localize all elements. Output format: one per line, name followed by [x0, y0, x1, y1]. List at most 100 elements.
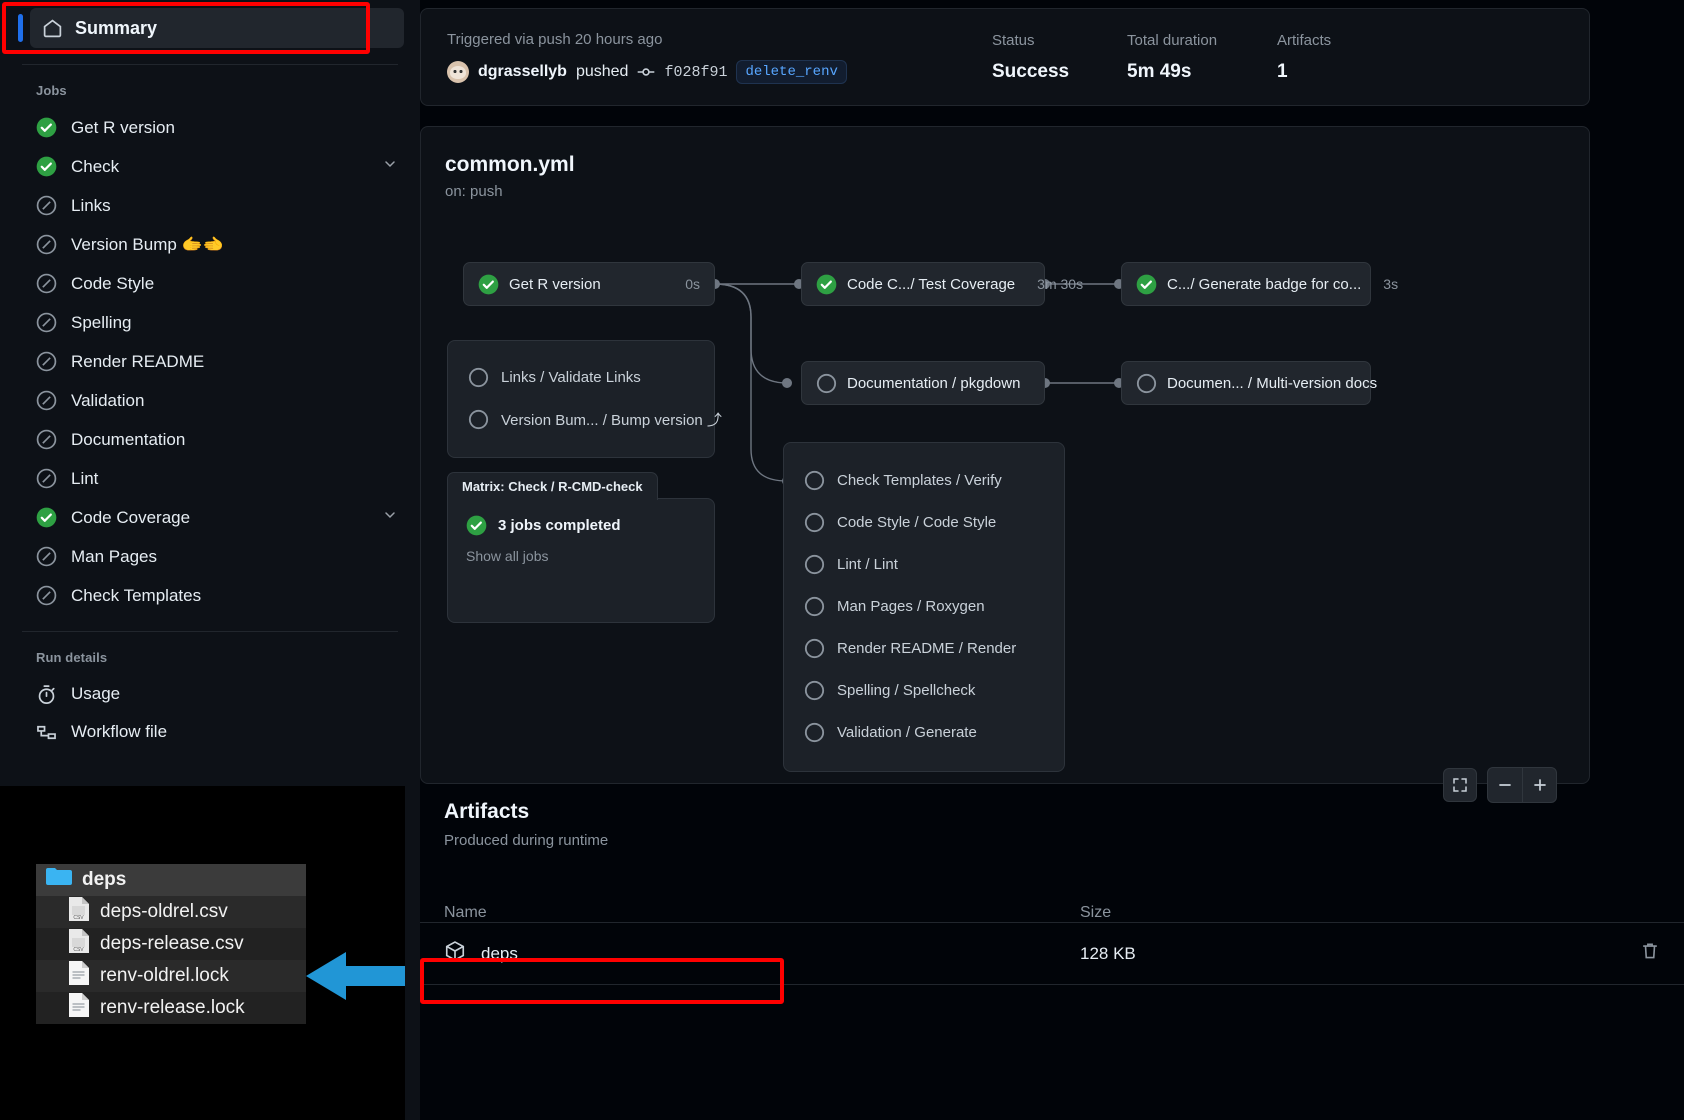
status-skipped-icon	[468, 367, 489, 388]
sidebar-item-label: Get R version	[71, 117, 175, 137]
sidebar-item-label: Validation	[71, 390, 145, 410]
duration-value: 5m 49s	[1127, 61, 1192, 82]
zoom-button-group[interactable]	[1487, 767, 1557, 803]
sidebar-item-documentation[interactable]: Documentation	[0, 420, 420, 459]
sidebar-item-man-pages[interactable]: Man Pages	[0, 537, 420, 576]
matrix-completed-label: 3 jobs completed	[498, 517, 621, 534]
graph-node-label: C.../ Generate badge for co...	[1167, 275, 1362, 293]
status-skipped-icon	[36, 351, 57, 372]
sidebar-item-code-coverage[interactable]: Code Coverage	[0, 498, 420, 537]
sidebar-item-label: Links	[71, 195, 111, 215]
package-icon	[444, 940, 466, 967]
trash-icon[interactable]	[1640, 941, 1660, 966]
graph-group-item-label: Spelling / Spellcheck	[837, 681, 976, 699]
sidebar-item-summary-label: Summary	[75, 17, 158, 38]
zoom-in-icon[interactable]	[1522, 768, 1556, 802]
graph-group-checks[interactable]: Check Templates / Verify Code Style / Cod…	[783, 442, 1065, 772]
home-icon	[42, 18, 63, 39]
sidebar-item-get-r-version[interactable]: Get R version	[0, 108, 420, 147]
graph-group-item[interactable]: Spelling / Spellcheck	[784, 669, 1064, 711]
zoom-out-icon[interactable]	[1488, 768, 1522, 802]
sidebar-item-label: Spelling	[71, 312, 132, 332]
sidebar-item-links[interactable]: Links	[0, 186, 420, 225]
sidebar-item-label: Version Bump 🫱🫲	[71, 234, 224, 254]
sidebar-item-render-readme[interactable]: Render README	[0, 342, 420, 381]
graph-node-multi-version-docs[interactable]: Documen... / Multi-version docs	[1121, 361, 1377, 405]
graph-canvas[interactable]: Get R version 0s Code C.../ Test Coverag…	[421, 127, 1591, 803]
sidebar-item-summary[interactable]: Summary	[30, 8, 404, 48]
workflow-file-icon	[36, 722, 57, 743]
graph-group-item[interactable]: Lint / Lint	[784, 543, 1064, 585]
sidebar-item-label: Check	[71, 156, 120, 176]
table-row[interactable]: deps 128 KB	[420, 923, 1684, 985]
status-success-icon	[466, 515, 487, 536]
sidebar-item-lint[interactable]: Lint	[0, 459, 420, 498]
status-skipped-icon	[804, 722, 825, 743]
commit-sha[interactable]: f028f91	[664, 64, 727, 81]
graph-group-item[interactable]: Render README / Render	[784, 627, 1064, 669]
status-value: Success	[992, 61, 1070, 82]
status-block: Status Success	[992, 31, 1127, 84]
workflow-run-page: Summary Jobs Get R version Check Links Vers…	[0, 0, 1684, 1120]
status-skipped-icon	[36, 273, 57, 294]
graph-group-item[interactable]: Validation / Generate	[784, 711, 1064, 753]
graph-group-item[interactable]: Code Style / Code Style	[784, 501, 1064, 543]
finder-row[interactable]: CSV deps-oldrel.csv	[36, 896, 306, 928]
finder-row[interactable]: CSV deps-release.csv	[36, 928, 306, 960]
sidebar-item-version-bump[interactable]: Version Bump 🫱🫲	[0, 225, 420, 264]
graph-group-item-label: Render README / Render	[837, 639, 1017, 657]
chevron-down-icon[interactable]	[382, 156, 398, 177]
graph-group-item-label: Check Templates / Verify	[837, 471, 1002, 489]
duration-block: Total duration 5m 49s	[1127, 31, 1277, 84]
sidebar-item-validation[interactable]: Validation	[0, 381, 420, 420]
run-header-card: Triggered via push 20 hours ago dgrassel…	[420, 8, 1590, 106]
sidebar-item-check-templates[interactable]: Check Templates	[0, 576, 420, 615]
branch-chip[interactable]: delete_renv	[736, 60, 847, 84]
commit-icon	[637, 63, 655, 81]
status-skipped-icon	[1136, 373, 1157, 394]
sidebar-item-code-style[interactable]: Code Style	[0, 264, 420, 303]
jobs-list: Get R version Check Links Version Bump 🫱🫲 Co…	[0, 108, 420, 615]
push-line: dgrassellyb pushed f028f91 delete_renv	[447, 60, 992, 84]
graph-group-item[interactable]: Version Bum... / Bump version ⤴	[448, 398, 722, 440]
finder-row[interactable]: deps	[36, 864, 306, 896]
status-skipped-icon	[36, 195, 57, 216]
graph-node-pkgdown[interactable]: Documentation / pkgdown	[801, 361, 1045, 405]
main-content: Triggered via push 20 hours ago dgrassel…	[420, 0, 1684, 1120]
sidebar-item-label: Check Templates	[71, 585, 202, 605]
graph-node-get-r-version[interactable]: Get R version 0s	[463, 262, 715, 306]
status-skipped-icon	[816, 373, 837, 394]
chevron-down-icon[interactable]	[382, 507, 398, 528]
graph-node-test-coverage[interactable]: Code C.../ Test Coverage 3m 30s	[801, 262, 1083, 306]
finder-file-tree[interactable]: deps CSV deps-oldrel.csv CSV deps-release.cs…	[36, 864, 306, 1024]
trigger-info: Triggered via push 20 hours ago dgrassel…	[447, 31, 992, 84]
graph-group-item[interactable]: Links / Validate Links	[448, 356, 714, 398]
fullscreen-icon[interactable]	[1443, 768, 1477, 802]
sidebar-item-usage[interactable]: Usage	[0, 675, 420, 713]
sidebar-item-check[interactable]: Check	[0, 147, 420, 186]
graph-node-generate-badge[interactable]: C.../ Generate badge for co... 3s	[1121, 262, 1398, 306]
sidebar-item-spelling[interactable]: Spelling	[0, 303, 420, 342]
csv-file-icon: CSV	[68, 896, 90, 928]
graph-group-links[interactable]: Links / Validate Links Version Bum... / B…	[447, 340, 722, 458]
sidebar-item-workflow-file[interactable]: Workflow file	[0, 713, 420, 751]
artifact-name-cell[interactable]: deps	[444, 940, 1080, 967]
status-skipped-icon	[804, 512, 825, 533]
status-skipped-icon	[804, 470, 825, 491]
status-skipped-icon	[804, 554, 825, 575]
annotation-blue-arrow	[306, 952, 405, 1000]
graph-controls[interactable]	[1443, 767, 1557, 803]
status-skipped-icon	[468, 409, 489, 430]
status-success-icon	[36, 156, 57, 177]
graph-group-item[interactable]: Check Templates / Verify	[784, 459, 1064, 501]
finder-row[interactable]: renv-oldrel.lock	[36, 960, 306, 992]
file-icon	[68, 992, 90, 1024]
graph-matrix-check[interactable]: Matrix: Check / R-CMD-check 3 jobs compl…	[447, 472, 715, 623]
artifacts-section: Artifacts Produced during runtime Name S…	[420, 800, 1684, 985]
graph-group-item[interactable]: Man Pages / Roxygen	[784, 585, 1064, 627]
graph-node-label: Documentation / pkgdown	[847, 374, 1021, 392]
folder-icon	[46, 867, 72, 893]
username[interactable]: dgrassellyb	[478, 63, 567, 81]
finder-row[interactable]: renv-release.lock	[36, 992, 306, 1024]
matrix-show-all-jobs[interactable]: Show all jobs	[448, 536, 714, 564]
